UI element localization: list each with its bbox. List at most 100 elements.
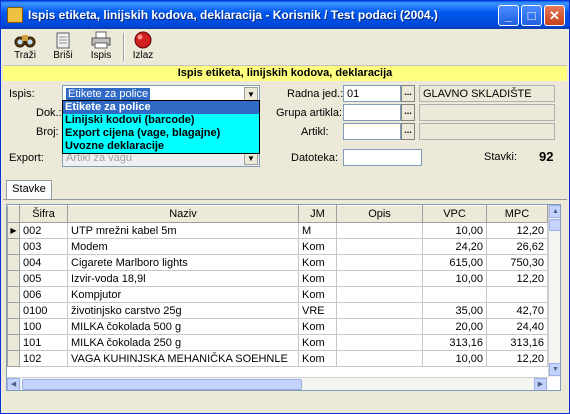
cell-vpc[interactable]: 10,00 — [422, 350, 487, 367]
cell-vpc[interactable]: 10,00 — [422, 270, 487, 287]
cell-naziv[interactable]: VAGA KUHINJSKA MEHANIČKA SOEHNLE — [67, 350, 299, 367]
cell-opis[interactable] — [336, 286, 423, 303]
search-button[interactable]: Traži — [7, 31, 43, 61]
exit-button[interactable]: Izlaz — [125, 31, 161, 61]
cell-naziv[interactable]: Kompjutor — [67, 286, 299, 303]
table-row[interactable]: 101 MILKA čokolada 250 g Kom 313,16 313,… — [7, 334, 548, 351]
column-header[interactable]: Naziv — [67, 205, 299, 223]
title-bar[interactable]: Ispis etiketa, linijskih kodova, deklara… — [1, 1, 569, 29]
grupa-artikla-input[interactable] — [343, 104, 401, 121]
cell-vpc[interactable]: 615,00 — [422, 254, 487, 271]
minimize-button[interactable]: _ — [498, 5, 519, 26]
cell-opis[interactable] — [336, 318, 423, 335]
cell-naziv[interactable]: UTP mrežni kabel 5m — [67, 222, 299, 239]
cell-opis[interactable] — [336, 238, 423, 255]
cell-mpc[interactable]: 12,20 — [486, 270, 548, 287]
cell-sifra[interactable]: 003 — [19, 238, 68, 255]
cell-naziv[interactable]: Cigarete Marlboro lights — [67, 254, 299, 271]
cell-opis[interactable] — [336, 334, 423, 351]
cell-naziv[interactable]: Modem — [67, 238, 299, 255]
cell-sifra[interactable]: 006 — [19, 286, 68, 303]
cell-sifra[interactable]: 101 — [19, 334, 68, 351]
cell-vpc[interactable]: 35,00 — [422, 302, 487, 319]
scroll-right-icon[interactable]: ▶ — [534, 378, 547, 390]
table-row[interactable]: 006 Kompjutor Kom — [7, 286, 548, 303]
cell-sifra[interactable]: 005 — [19, 270, 68, 287]
table-row[interactable]: 102 VAGA KUHINJSKA MEHANIČKA SOEHNLE Kom… — [7, 350, 548, 367]
table-row[interactable]: 100 MILKA čokolada 500 g Kom 20,00 24,40 — [7, 318, 548, 335]
tab-stavke[interactable]: Stavke — [6, 180, 52, 199]
cell-sifra[interactable]: 004 — [19, 254, 68, 271]
cell-vpc[interactable]: 10,00 — [422, 222, 487, 239]
cell-vpc[interactable] — [422, 286, 487, 303]
column-header[interactable]: JM — [298, 205, 337, 223]
cell-sifra[interactable]: 002 — [19, 222, 68, 239]
dropdown-option[interactable]: Uvozne deklaracije — [63, 140, 259, 153]
horizontal-scroll-thumb[interactable] — [22, 379, 302, 390]
maximize-button[interactable]: □ — [521, 5, 542, 26]
cell-naziv[interactable]: MILKA čokolada 250 g — [67, 334, 299, 351]
cell-jm[interactable]: Kom — [298, 286, 337, 303]
cell-jm[interactable]: Kom — [298, 318, 337, 335]
cell-jm[interactable]: Kom — [298, 334, 337, 351]
cell-naziv[interactable]: Izvir-voda 18,9l — [67, 270, 299, 287]
dropdown-option[interactable]: Etikete za police — [63, 101, 259, 114]
cell-jm[interactable]: Kom — [298, 350, 337, 367]
cell-vpc[interactable]: 24,20 — [422, 238, 487, 255]
table-row[interactable]: ▶ 002 UTP mrežni kabel 5m M 10,00 12,20 — [7, 222, 548, 239]
cell-opis[interactable] — [336, 302, 423, 319]
cell-vpc[interactable]: 20,00 — [422, 318, 487, 335]
column-header[interactable]: MPC — [486, 205, 548, 223]
vertical-scroll-thumb[interactable] — [549, 219, 560, 231]
artikl-lookup-button[interactable]: ... — [401, 123, 415, 140]
cell-opis[interactable] — [336, 270, 423, 287]
cell-jm[interactable]: M — [298, 222, 337, 239]
cell-jm[interactable]: Kom — [298, 254, 337, 271]
radna-jed-label: Radna jed.: — [287, 88, 344, 100]
cell-mpc[interactable]: 26,62 — [486, 238, 548, 255]
cell-mpc[interactable]: 12,20 — [486, 222, 548, 239]
cell-sifra[interactable]: 100 — [19, 318, 68, 335]
items-grid[interactable]: Šifra Naziv JM Opis VPC MPC ▶ 002 UTP mr… — [6, 204, 561, 391]
grupa-artikla-lookup-button[interactable]: ... — [401, 104, 415, 121]
cell-naziv[interactable]: životinjsko carstvo 25g — [67, 302, 299, 319]
cell-opis[interactable] — [336, 350, 423, 367]
cell-mpc[interactable]: 313,16 — [486, 334, 548, 351]
cell-opis[interactable] — [336, 254, 423, 271]
radna-jed-input[interactable]: 01 — [343, 85, 401, 102]
delete-button[interactable]: Briši — [45, 31, 81, 61]
scroll-up-icon[interactable]: ▲ — [549, 205, 560, 218]
column-header[interactable]: VPC — [422, 205, 487, 223]
horizontal-scrollbar[interactable]: ◀ ▶ — [7, 377, 548, 390]
scroll-down-icon[interactable]: ▼ — [549, 363, 560, 376]
vertical-scrollbar[interactable]: ▲ ▼ — [548, 205, 560, 377]
cell-opis[interactable] — [336, 222, 423, 239]
cell-vpc[interactable]: 313,16 — [422, 334, 487, 351]
cell-mpc[interactable]: 750,30 — [486, 254, 548, 271]
dropdown-option[interactable]: Export cijena (vage, blagajne) — [63, 127, 259, 140]
close-button[interactable]: ✕ — [544, 5, 565, 26]
cell-jm[interactable]: Kom — [298, 270, 337, 287]
table-row[interactable]: 005 Izvir-voda 18,9l Kom 10,00 12,20 — [7, 270, 548, 287]
table-row[interactable]: 003 Modem Kom 24,20 26,62 — [7, 238, 548, 255]
scroll-left-icon[interactable]: ◀ — [7, 378, 20, 390]
cell-jm[interactable]: VRE — [298, 302, 337, 319]
table-row[interactable]: 004 Cigarete Marlboro lights Kom 615,00 … — [7, 254, 548, 271]
print-button[interactable]: Ispis — [83, 31, 119, 61]
datoteka-input[interactable] — [343, 149, 422, 166]
cell-jm[interactable]: Kom — [298, 238, 337, 255]
dropdown-option[interactable]: Linijski kodovi (barcode) — [63, 114, 259, 127]
table-row[interactable]: 0100 životinjsko carstvo 25g VRE 35,00 4… — [7, 302, 548, 319]
cell-sifra[interactable]: 102 — [19, 350, 68, 367]
cell-mpc[interactable]: 12,20 — [486, 350, 548, 367]
cell-naziv[interactable]: MILKA čokolada 500 g — [67, 318, 299, 335]
cell-mpc[interactable] — [486, 286, 548, 303]
column-header[interactable]: Opis — [336, 205, 423, 223]
column-header[interactable]: Šifra — [19, 205, 68, 223]
radna-jed-lookup-button[interactable]: ... — [401, 85, 415, 102]
artikl-input[interactable] — [343, 123, 401, 140]
chevron-down-icon[interactable]: ▼ — [244, 87, 258, 101]
cell-mpc[interactable]: 24,40 — [486, 318, 548, 335]
cell-mpc[interactable]: 42,70 — [486, 302, 548, 319]
cell-sifra[interactable]: 0100 — [19, 302, 68, 319]
